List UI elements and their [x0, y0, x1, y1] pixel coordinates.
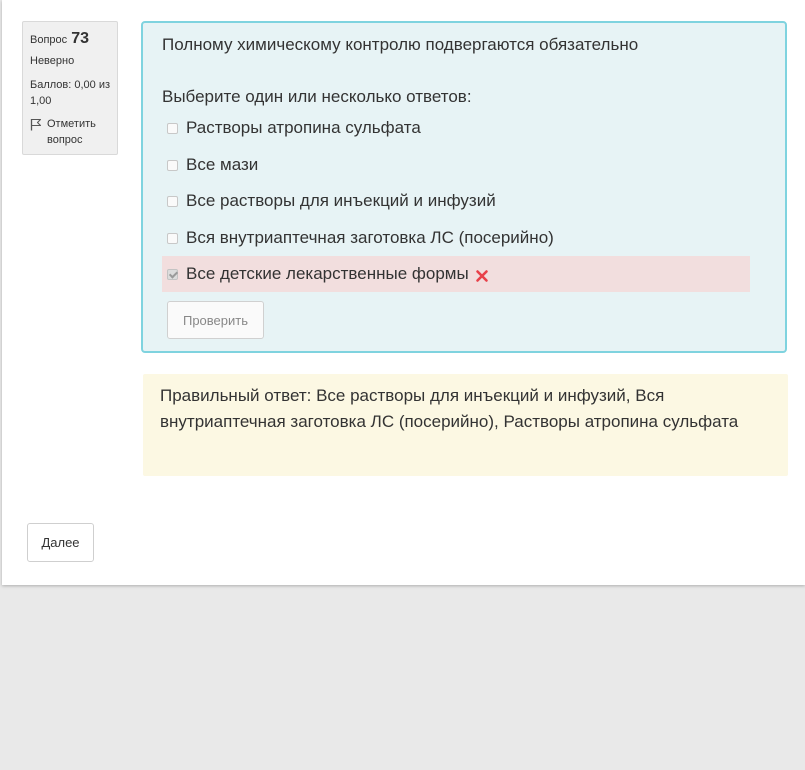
question-label: Вопрос: [30, 34, 68, 46]
question-text: Полному химическому контролю подвергаютс…: [162, 35, 639, 54]
answer-checkbox-3[interactable]: [167, 195, 178, 207]
answer-option-1[interactable]: Растворы атропина сульфата: [162, 110, 750, 146]
flag-question-label: Отметить вопрос: [47, 118, 96, 146]
answer-checkbox-2[interactable]: [167, 159, 178, 171]
answer-checkbox-5[interactable]: [167, 268, 178, 280]
answer-label-5: Все детские лекарственные формы: [186, 264, 469, 283]
flag-question-link[interactable]: Отметить вопрос: [30, 116, 117, 148]
question-grade: Баллов: 0,00 из 1,00: [30, 79, 111, 107]
question-number-value: 73: [71, 30, 90, 47]
question-formulation: Полному химическому контролю подвергаютс…: [141, 21, 787, 353]
answer-option-2[interactable]: Все мази: [162, 147, 750, 183]
answer-label-3: Все растворы для инъекций и инфузий: [186, 191, 496, 210]
answer-label-1: Растворы атропина сульфата: [186, 118, 421, 137]
flag-icon: [30, 118, 42, 131]
right-answer-text: Правильный ответ: Все растворы для инъек…: [160, 386, 739, 431]
page-content: Вопрос 73 Неверно Баллов: 0,00 из 1,00 О…: [2, 0, 805, 585]
answer-prompt: Выберите один или несколько ответов:: [162, 87, 472, 106]
answer-checkbox-4[interactable]: [167, 232, 178, 244]
answer-option-3[interactable]: Все растворы для инъекций и инфузий: [162, 183, 750, 219]
question-number: Вопрос 73: [30, 30, 117, 49]
question-info-panel: Вопрос 73 Неверно Баллов: 0,00 из 1,00 О…: [22, 21, 118, 155]
answer-option-4[interactable]: Вся внутриаптечная заготовка ЛС (посерий…: [162, 220, 750, 256]
cross-icon: [475, 269, 489, 283]
right-answer-feedback: Правильный ответ: Все растворы для инъек…: [143, 374, 788, 476]
answer-label-2: Все мази: [186, 155, 259, 174]
next-button[interactable]: Далее: [27, 523, 94, 562]
answer-label-4: Вся внутриаптечная заготовка ЛС (посерий…: [186, 228, 554, 247]
check-button[interactable]: Проверить: [167, 301, 264, 339]
answer-checkbox-1[interactable]: [167, 122, 178, 134]
question-state: Неверно: [30, 55, 75, 67]
answer-option-5[interactable]: Все детские лекарственные формы: [162, 256, 750, 292]
